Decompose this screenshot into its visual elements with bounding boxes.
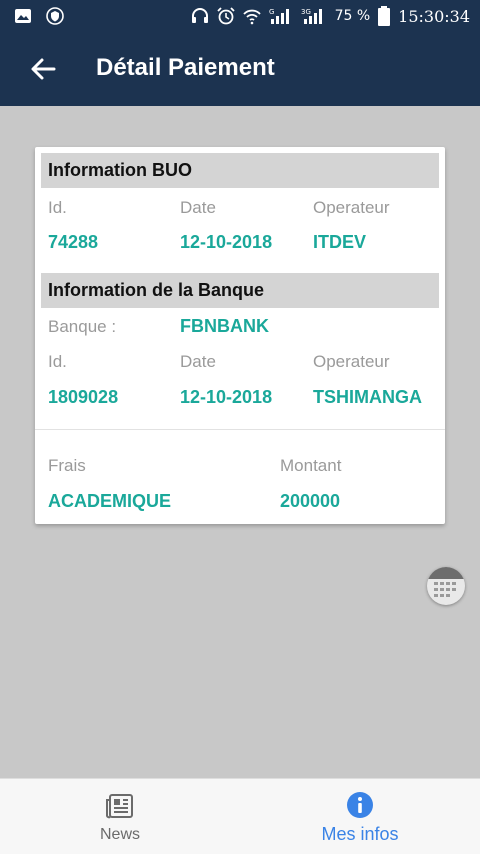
buo-section-heading: Information BUO (41, 153, 439, 188)
buo-id-label: Id. (48, 198, 67, 217)
app-bar: Détail Paiement (0, 32, 480, 106)
fees-label: Frais (48, 456, 86, 475)
bank-operator-value: TSHIMANGA (313, 387, 422, 407)
bottom-navigation: News Mes infos (0, 778, 480, 854)
payment-detail-card: Information BUO Id. Date Operateur 74288… (35, 147, 445, 524)
svg-text:G: G (269, 8, 274, 16)
bank-name-value: FBNBANK (180, 316, 269, 336)
fees-value: ACADEMIQUE (48, 491, 172, 511)
buo-date-label: Date (180, 198, 216, 217)
page-title: Détail Paiement (96, 54, 275, 81)
amount-label: Montant (280, 456, 342, 475)
nav-item-mes-infos[interactable]: Mes infos (240, 779, 480, 854)
wifi-icon (242, 9, 261, 25)
card-divider (35, 429, 445, 430)
floating-keypad-button[interactable] (427, 567, 465, 605)
info-icon (347, 792, 373, 818)
battery-icon (378, 6, 391, 26)
buo-id-value: 74288 (48, 232, 99, 252)
bank-date-label: Date (180, 352, 216, 371)
nav-label-mes-infos: Mes infos (321, 824, 399, 844)
nav-label-news: News (99, 826, 140, 843)
signal-3g-icon: 3G (301, 8, 322, 24)
bank-id-value: 1809028 (48, 387, 119, 407)
buo-operator-value: ITDEV (313, 232, 367, 252)
bank-date-value: 12-10-2018 (180, 387, 273, 407)
amount-value: 200000 (280, 491, 341, 511)
keypad-icon (427, 567, 465, 597)
newspaper-icon (106, 794, 133, 819)
bank-id-label: Id. (48, 352, 67, 371)
headphones-icon (191, 8, 208, 23)
buo-date-value: 12-10-2018 (180, 232, 273, 252)
bank-section-heading: Information de la Banque (41, 273, 439, 308)
nav-item-news[interactable]: News (0, 779, 240, 854)
gallery-notification-icon (15, 9, 31, 23)
status-bar: G 3G 75 % 15:30:34 (0, 0, 480, 32)
bank-operator-label: Operateur (313, 352, 390, 371)
svg-text:3G: 3G (301, 8, 311, 16)
back-arrow-icon[interactable] (26, 52, 60, 86)
bank-name-label: Banque : (48, 317, 117, 336)
alarm-icon (216, 7, 235, 25)
shield-notification-icon (46, 7, 64, 25)
signal-g-icon: G (269, 8, 289, 24)
battery-percent: 75 % (334, 8, 371, 24)
buo-operator-label: Operateur (313, 198, 390, 217)
clock: 15:30:34 (398, 6, 470, 26)
